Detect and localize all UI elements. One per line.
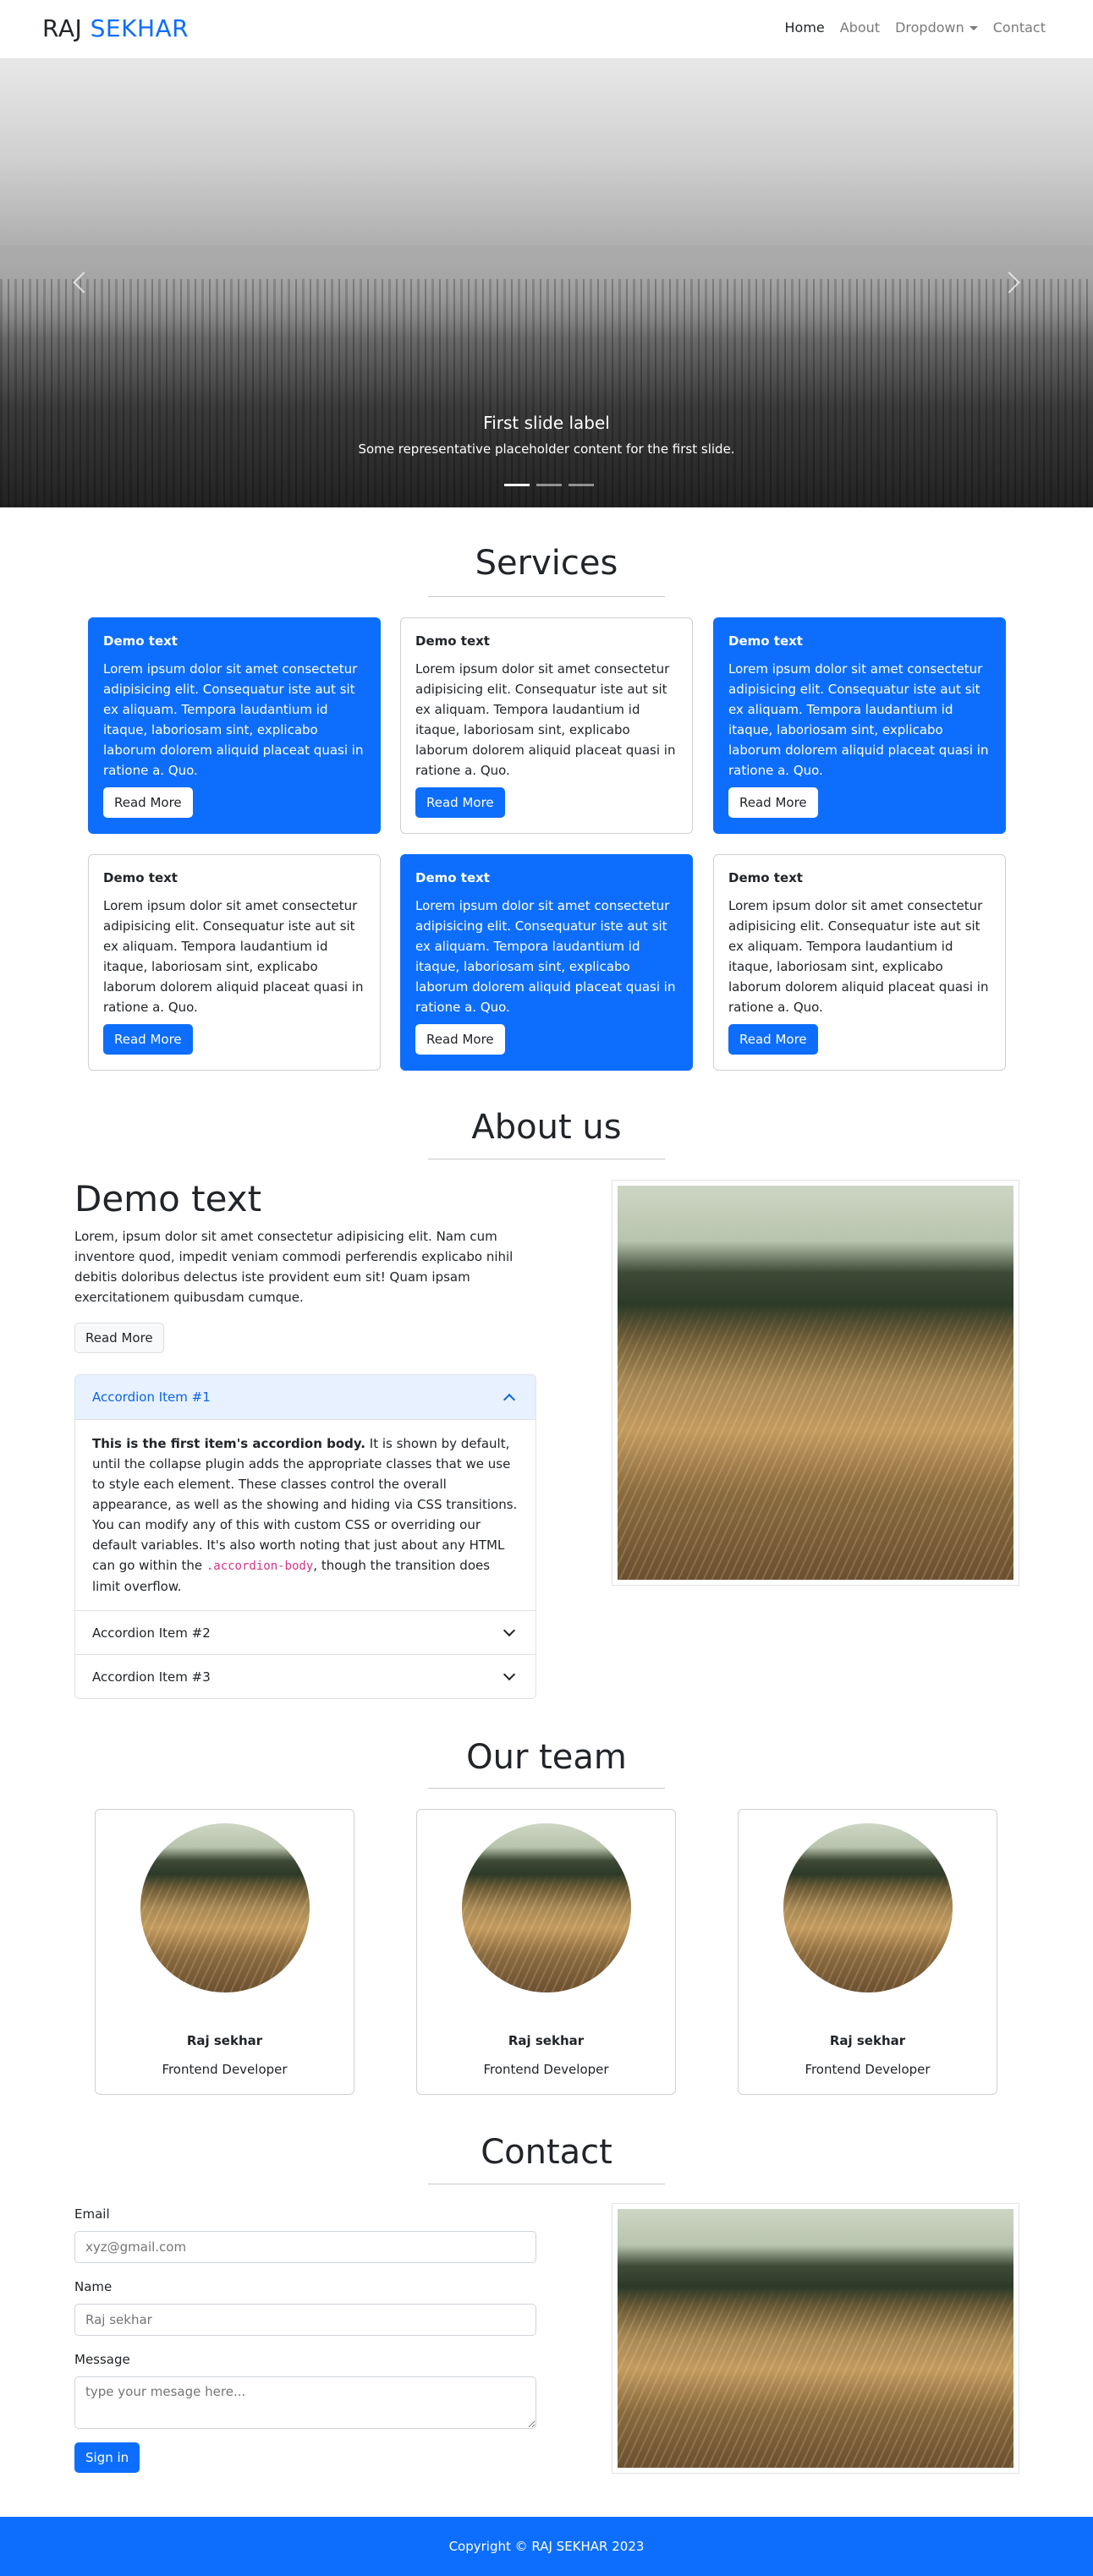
carousel-indicator[interactable] bbox=[536, 484, 562, 486]
card-title: Demo text bbox=[415, 870, 490, 885]
navbar: RAJ SEKHAR Home About Dropdown Contact bbox=[0, 0, 1093, 59]
services-divider bbox=[428, 596, 665, 597]
card-text: Lorem ipsum dolor sit amet consectetur a… bbox=[415, 898, 676, 1015]
read-more-button[interactable]: Read More bbox=[415, 1024, 505, 1055]
accordion-body-text: It is shown by default, until the collap… bbox=[92, 1436, 518, 1573]
brand-logo[interactable]: RAJ SEKHAR bbox=[42, 14, 189, 42]
brand-first: RAJ bbox=[42, 14, 83, 42]
sign-in-button[interactable]: Sign in bbox=[74, 2442, 140, 2473]
service-card: Demo text Lorem ipsum dolor sit amet con… bbox=[400, 617, 693, 834]
team-member-role: Frontend Developer bbox=[483, 2062, 609, 2077]
accordion-body-strong: This is the first item's accordion body. bbox=[92, 1436, 366, 1451]
team-member-name: Raj sekhar bbox=[829, 2033, 906, 2048]
read-more-button[interactable]: Read More bbox=[728, 787, 818, 818]
message-field[interactable] bbox=[74, 2376, 536, 2429]
service-card: Demo text Lorem ipsum dolor sit amet con… bbox=[88, 854, 381, 1071]
read-more-button[interactable]: Read More bbox=[103, 787, 193, 818]
accordion-item-label: Accordion Item #2 bbox=[92, 1625, 211, 1641]
accordion-item-2-header[interactable]: Accordion Item #2 bbox=[75, 1610, 536, 1654]
team-heading: Our team bbox=[466, 1738, 627, 1777]
name-field[interactable] bbox=[74, 2304, 536, 2336]
avatar-image bbox=[783, 1823, 953, 1992]
card-title: Demo text bbox=[103, 870, 178, 885]
nav-dropdown-label: Dropdown bbox=[895, 19, 964, 36]
nav-link-about[interactable]: About bbox=[840, 19, 880, 36]
nav-link-home[interactable]: Home bbox=[785, 19, 825, 36]
card-title: Demo text bbox=[103, 633, 178, 649]
card-text: Lorem ipsum dolor sit amet consectetur a… bbox=[728, 898, 989, 1015]
team-member-role: Frontend Developer bbox=[805, 2062, 931, 2077]
service-card: Demo text Lorem ipsum dolor sit amet con… bbox=[713, 617, 1006, 834]
about-read-more-button[interactable]: Read More bbox=[74, 1323, 164, 1353]
about-heading: About us bbox=[471, 1108, 622, 1147]
accordion-item-3-header[interactable]: Accordion Item #3 bbox=[75, 1654, 536, 1698]
carousel-indicator[interactable] bbox=[568, 484, 594, 486]
accordion: Accordion Item #1 This is the first item… bbox=[74, 1374, 536, 1699]
accordion-body: This is the first item's accordion body.… bbox=[75, 1419, 536, 1610]
hero-carousel: First slide label Some representative pl… bbox=[0, 59, 1093, 507]
avatar bbox=[462, 1823, 631, 1992]
nav-link-contact[interactable]: Contact bbox=[993, 19, 1046, 36]
brand-accent: SEKHAR bbox=[90, 14, 189, 42]
card-text: Lorem ipsum dolor sit amet consectetur a… bbox=[103, 898, 364, 1015]
avatar-image bbox=[462, 1823, 631, 1992]
service-card: Demo text Lorem ipsum dolor sit amet con… bbox=[713, 854, 1006, 1071]
services-heading: Services bbox=[475, 544, 618, 583]
team-member-name: Raj sekhar bbox=[508, 2033, 585, 2048]
nav-links: Home About Dropdown Contact bbox=[785, 19, 1046, 36]
read-more-button[interactable]: Read More bbox=[103, 1024, 193, 1055]
team-member-name: Raj sekhar bbox=[186, 2033, 263, 2048]
team-member-card: Raj sekhar Frontend Developer bbox=[416, 1809, 676, 2095]
avatar bbox=[140, 1823, 310, 1992]
name-label: Name bbox=[74, 2279, 113, 2294]
contact-heading: Contact bbox=[481, 2133, 612, 2172]
wheat-field-image bbox=[618, 2209, 1013, 2468]
email-field[interactable] bbox=[74, 2231, 536, 2263]
wheat-field-image bbox=[618, 1186, 1013, 1580]
about-text: Lorem, ipsum dolor sit amet consectetur … bbox=[74, 1229, 514, 1305]
about-image bbox=[612, 1181, 1019, 1585]
read-more-button[interactable]: Read More bbox=[415, 787, 505, 818]
carousel-indicators bbox=[504, 484, 594, 486]
read-more-button[interactable]: Read More bbox=[728, 1024, 818, 1055]
carousel-caption-title: First slide label bbox=[483, 413, 610, 433]
contact-image bbox=[612, 2204, 1019, 2473]
card-text: Lorem ipsum dolor sit amet consectetur a… bbox=[415, 661, 676, 778]
team-member-card: Raj sekhar Frontend Developer bbox=[95, 1809, 354, 2095]
message-label: Message bbox=[74, 2352, 130, 2367]
team-member-card: Raj sekhar Frontend Developer bbox=[738, 1809, 997, 2095]
card-title: Demo text bbox=[728, 633, 803, 649]
accordion-item-label: Accordion Item #1 bbox=[92, 1389, 211, 1405]
carousel-indicator[interactable] bbox=[504, 484, 530, 486]
chevron-down-icon bbox=[503, 1668, 516, 1681]
footer: Copyright © RAJ SEKHAR 2023 bbox=[0, 2517, 1093, 2576]
accordion-item-1-header[interactable]: Accordion Item #1 bbox=[75, 1375, 536, 1419]
card-title: Demo text bbox=[415, 633, 490, 649]
caret-down-icon bbox=[969, 26, 978, 30]
carousel-caption-text: Some representative placeholder content … bbox=[358, 441, 735, 457]
footer-copyright: Copyright © RAJ SEKHAR 2023 bbox=[448, 2539, 645, 2554]
email-label: Email bbox=[74, 2206, 110, 2222]
card-title: Demo text bbox=[728, 870, 803, 885]
card-text: Lorem ipsum dolor sit amet consectetur a… bbox=[103, 661, 364, 778]
forest-silhouette bbox=[0, 279, 1093, 507]
accordion-body-code: .accordion-body bbox=[206, 1559, 314, 1573]
about-subheading: Demo text bbox=[74, 1178, 262, 1219]
nav-dropdown-toggle[interactable]: Dropdown bbox=[895, 19, 978, 36]
team-divider bbox=[428, 1788, 665, 1789]
service-card: Demo text Lorem ipsum dolor sit amet con… bbox=[400, 854, 693, 1071]
avatar-image bbox=[140, 1823, 310, 1992]
avatar bbox=[783, 1823, 953, 1992]
accordion-item-label: Accordion Item #3 bbox=[92, 1669, 211, 1685]
service-card: Demo text Lorem ipsum dolor sit amet con… bbox=[88, 617, 381, 834]
card-text: Lorem ipsum dolor sit amet consectetur a… bbox=[728, 661, 989, 778]
chevron-down-icon bbox=[503, 1624, 516, 1637]
team-member-role: Frontend Developer bbox=[162, 2062, 288, 2077]
chevron-up-icon bbox=[503, 1393, 516, 1406]
